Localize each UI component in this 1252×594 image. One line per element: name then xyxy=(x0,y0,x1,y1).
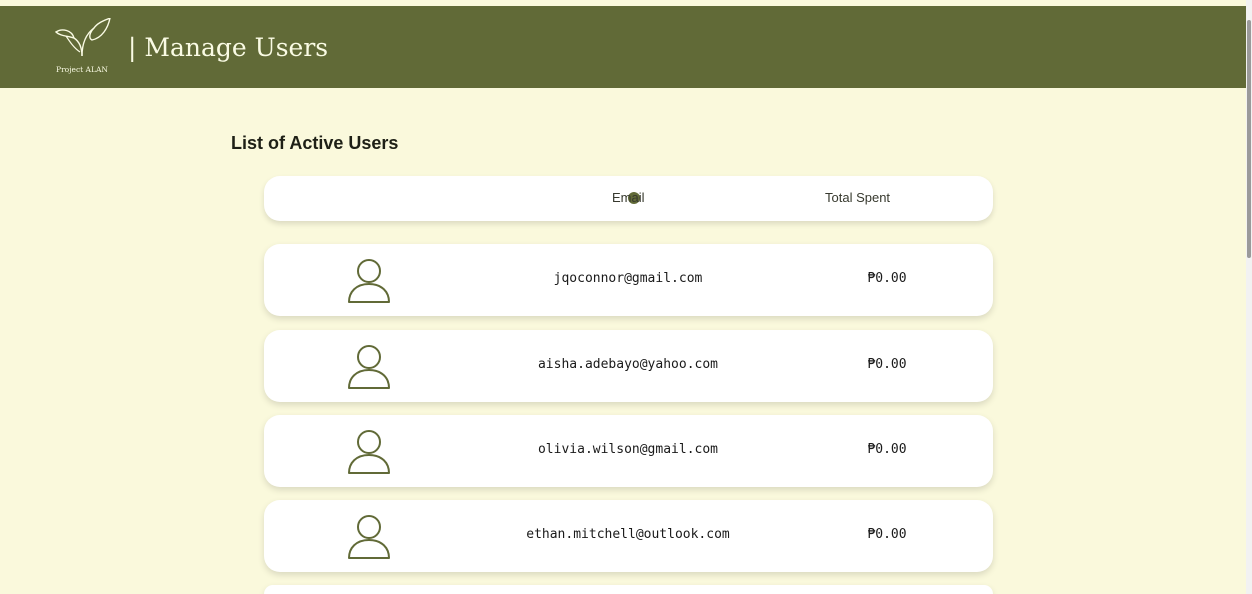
user-total-spent: ₱0.00 xyxy=(867,527,907,542)
table-header: Email Total Spent xyxy=(264,176,993,221)
page-scrollbar[interactable] xyxy=(1246,0,1252,594)
user-avatar-icon xyxy=(348,515,390,559)
user-row[interactable]: aisha.adebayo@yahoo.com ₱0.00 xyxy=(264,330,993,402)
top-header-bar: Project ALAN | Manage Users xyxy=(0,6,1246,88)
scrollbar-thumb[interactable] xyxy=(1247,20,1251,258)
page-title: | Manage Users xyxy=(128,33,329,62)
user-email: aisha.adebayo@yahoo.com xyxy=(537,357,718,372)
project-logo[interactable]: Project ALAN xyxy=(48,18,116,78)
user-email: ethan.mitchell@outlook.com xyxy=(526,527,730,542)
column-header-email: Email xyxy=(612,190,645,205)
logo-text: Project ALAN xyxy=(56,65,108,74)
user-email: olivia.wilson@gmail.com xyxy=(537,442,718,457)
user-row[interactable]: jqoconnor@gmail.com ₱0.00 xyxy=(264,244,993,316)
user-row[interactable]: ethan.mitchell@outlook.com ₱0.00 xyxy=(264,500,993,572)
user-total-spent: ₱0.00 xyxy=(867,357,907,372)
column-header-total-spent: Total Spent xyxy=(825,190,891,205)
user-avatar-icon xyxy=(348,430,390,474)
user-row-partial[interactable] xyxy=(264,585,993,594)
user-total-spent: ₱0.00 xyxy=(867,442,907,457)
user-email: jqoconnor@gmail.com xyxy=(553,271,703,286)
user-avatar-icon xyxy=(348,345,390,389)
user-row[interactable]: olivia.wilson@gmail.com ₱0.00 xyxy=(264,415,993,487)
section-title: List of Active Users xyxy=(231,133,399,153)
user-avatar-icon xyxy=(348,259,390,303)
sprout-logo-icon xyxy=(54,18,111,57)
user-total-spent: ₱0.00 xyxy=(867,271,907,286)
